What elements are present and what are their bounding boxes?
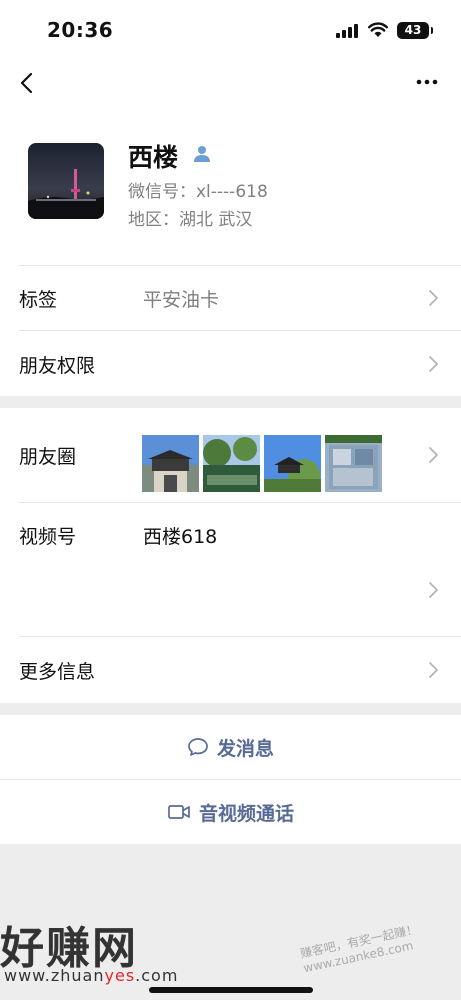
- video-call-label: 音视频通话: [198, 802, 294, 825]
- watermark-url: www.zhuanyes.com: [4, 966, 178, 985]
- moments-photo: [203, 435, 260, 492]
- watermark-url-suffix: .com: [135, 966, 179, 985]
- watermark-url-prefix: www.zhuan: [4, 966, 105, 985]
- region: 地区：湖北 武汉: [128, 210, 253, 230]
- watermark-slogan: 赚客吧，有奖一起赚！ www.zuanke8.com: [298, 922, 420, 976]
- back-arrow-icon[interactable]: [12, 66, 42, 100]
- channels-value: 西楼618: [143, 526, 218, 548]
- moments-label: 朋友圈: [19, 446, 77, 468]
- tags-value: 平安油卡: [143, 289, 220, 311]
- home-indicator: [149, 987, 313, 993]
- chat-bubble-icon: [188, 738, 208, 756]
- moments-row[interactable]: 朋友圈: [0, 408, 461, 502]
- video-call-button[interactable]: 音视频通话: [0, 780, 461, 844]
- divider: [19, 330, 461, 331]
- status-bar: 20:36 43: [0, 0, 461, 60]
- divider: [19, 502, 461, 503]
- divider: [19, 636, 461, 637]
- video-camera-icon: [168, 805, 190, 819]
- friend-permissions-row[interactable]: 朋友权限: [0, 330, 461, 396]
- moments-photo: [264, 435, 321, 492]
- tags-label: 标签: [19, 289, 58, 311]
- chevron-right-icon: [429, 290, 438, 306]
- tags-row[interactable]: 标签 平安油卡: [0, 265, 461, 330]
- more-info-row[interactable]: 更多信息: [0, 636, 461, 703]
- person-icon: [194, 146, 210, 162]
- moments-photo: [142, 435, 199, 492]
- channels-row[interactable]: 视频号 西楼618: [0, 502, 461, 636]
- avatar[interactable]: [28, 143, 104, 219]
- friend-permissions-label: 朋友权限: [19, 355, 96, 377]
- send-message-label: 发消息: [216, 737, 274, 760]
- chevron-right-icon: [429, 356, 438, 372]
- battery-icon: 43: [397, 22, 433, 39]
- contact-name: 西楼: [128, 143, 179, 172]
- watermark-url-highlight: yes: [104, 966, 136, 985]
- status-time: 20:36: [47, 18, 114, 42]
- moments-photo: [325, 435, 382, 492]
- channels-label: 视频号: [19, 526, 77, 548]
- nav-bar: [0, 60, 461, 110]
- chevron-right-icon: [429, 447, 438, 463]
- more-info-label: 更多信息: [19, 661, 96, 683]
- divider: [19, 265, 461, 266]
- send-message-button[interactable]: 发消息: [0, 715, 461, 779]
- wechat-id: 微信号：xl----618: [128, 182, 268, 202]
- cellular-signal-icon: [336, 24, 358, 38]
- wifi-icon: [368, 22, 388, 37]
- chevron-right-icon: [429, 582, 438, 598]
- more-options-icon[interactable]: [410, 70, 444, 94]
- profile-header: 西楼 微信号：xl----618 地区：湖北 武汉: [0, 110, 461, 265]
- chevron-right-icon: [429, 662, 438, 678]
